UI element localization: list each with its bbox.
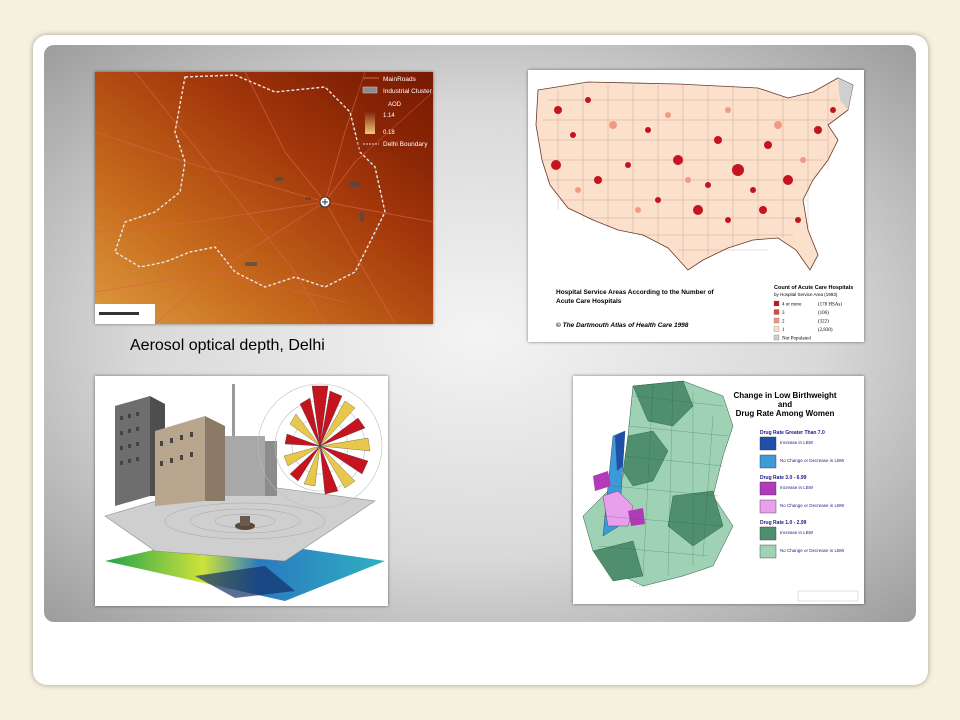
image-caption: Aerosol optical depth, Delhi	[130, 337, 325, 354]
us-legend-n: (178 HSAs)	[818, 303, 842, 308]
nyc-legend-swatch	[759, 544, 777, 559]
nyc-legend-swatch	[759, 526, 777, 541]
us-hospital-map-image: Hospital Service Areas According to the …	[528, 70, 864, 342]
nyc-legend-label: No Change or Decrease in LBW	[780, 548, 845, 553]
nyc-legend-group: Drug Rate Greater Than 7.0	[760, 430, 825, 436]
us-legend-subtitle: by Hospital Service Area (1993)	[774, 292, 838, 297]
us-legend-title: Count of Acute Care Hospitals	[774, 285, 853, 291]
nyc-lbw-map-image: · · · · · · · Change in Low Birthweight …	[573, 376, 864, 604]
legend-aod-high: 1.14	[383, 113, 395, 119]
legend-main-roads: MainRoads	[383, 76, 417, 83]
us-legend-n: (322)	[818, 320, 829, 325]
us-legend-swatch	[773, 334, 780, 341]
nyc-title-line1: Change in Low Birthweight	[733, 391, 836, 400]
us-legend-count: Not Populated	[782, 337, 811, 342]
us-legend-swatch	[773, 317, 780, 324]
nyc-legend-swatch	[759, 436, 777, 451]
legend-aod-title: AOD	[388, 102, 402, 108]
delhi-aod-map-image: MainRoads Industrial Cluster AOD 1.14 0.…	[95, 72, 433, 324]
pollution-3d-image	[95, 376, 388, 606]
svg-text:· · · · · · ·: · · · · · · ·	[633, 584, 651, 589]
nyc-legend-label: Increase in LBW	[780, 440, 814, 445]
legend-industrial-cluster: Industrial Cluster	[383, 88, 433, 95]
us-legend-n: (2,830)	[818, 328, 833, 333]
nyc-legend-label: No Change or Decrease in LBW	[780, 458, 845, 463]
us-legend-count: 4 or more	[782, 303, 802, 308]
us-map-title-line1: Hospital Service Areas According to the …	[556, 289, 715, 296]
nyc-title-line2: and	[778, 400, 792, 409]
us-legend-swatch	[773, 309, 780, 315]
nyc-legend-swatch	[759, 499, 777, 514]
nyc-legend-group: Drug Rate 3.0 - 6.99	[760, 475, 807, 481]
us-legend-swatch	[773, 300, 780, 307]
us-legend-swatch	[773, 326, 780, 332]
us-map-copyright: © The Dartmouth Atlas of Health Care 199…	[556, 321, 689, 329]
legend-boundary: Delhi Boundary	[383, 141, 428, 148]
us-map-title-line2: Acute Care Hospitals	[556, 298, 622, 305]
us-legend-n: (106)	[818, 311, 829, 316]
nyc-legend-swatch	[759, 454, 777, 469]
nyc-legend-label: Increase in LBW	[780, 530, 814, 535]
nyc-legend-swatch	[759, 481, 777, 496]
nyc-legend-group: Drug Rate 1.0 - 2.99	[760, 520, 807, 526]
legend-aod-low: 0.18	[383, 130, 395, 136]
nyc-legend-label: Increase in LBW	[780, 485, 814, 490]
nyc-title-line3: Drug Rate Among Women	[736, 409, 835, 418]
nyc-legend-label: No Change or Decrease in LBW	[780, 503, 845, 508]
